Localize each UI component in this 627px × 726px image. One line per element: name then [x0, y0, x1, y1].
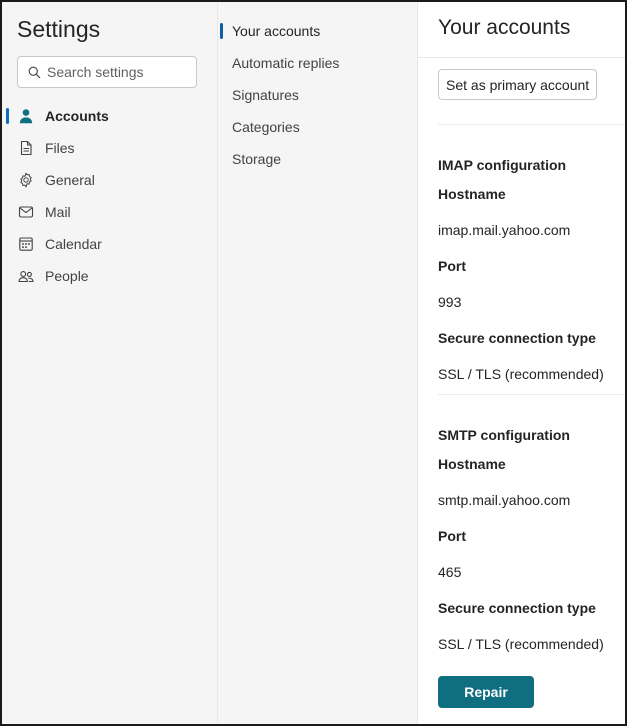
nav-item-people[interactable]: People: [2, 260, 217, 292]
smtp-secure-value: SSL / TLS (recommended): [438, 636, 604, 652]
gear-icon: [18, 172, 34, 188]
imap-heading: IMAP configuration: [438, 157, 567, 173]
set-primary-account-button[interactable]: Set as primary account: [438, 69, 598, 100]
smtp-port-value: 465: [438, 564, 462, 580]
imap-port-value: 993: [438, 294, 462, 310]
settings-sidebar: Settings Accounts: [2, 2, 217, 724]
imap-hostname-value: imap.mail.yahoo.com: [438, 222, 571, 238]
subnav-item-storage[interactable]: Storage: [218, 143, 418, 175]
subnav-list: Your accounts Automatic replies Signatur…: [218, 15, 418, 175]
subnav-item-label: Your accounts: [232, 23, 321, 39]
nav-item-label: Mail: [45, 204, 71, 220]
smtp-hostname-value: smtp.mail.yahoo.com: [438, 492, 571, 508]
smtp-hostname-label: Hostname: [438, 456, 506, 472]
header-divider: [418, 57, 625, 58]
section-divider: [438, 124, 625, 125]
imap-secure-value: SSL / TLS (recommended): [438, 366, 604, 382]
page-title: Your accounts: [438, 16, 571, 39]
nav-item-mail[interactable]: Mail: [2, 196, 217, 228]
subnav-item-label: Automatic replies: [232, 55, 340, 71]
smtp-heading: SMTP configuration: [438, 427, 570, 443]
imap-hostname-label: Hostname: [438, 186, 506, 202]
settings-window: Settings Accounts: [0, 0, 627, 726]
settings-title: Settings: [17, 16, 101, 42]
nav-item-calendar[interactable]: Calendar: [2, 228, 217, 260]
imap-port-label: Port: [438, 258, 466, 274]
accounts-subnav: Your accounts Automatic replies Signatur…: [217, 2, 417, 724]
nav-item-general[interactable]: General: [2, 164, 217, 196]
subnav-item-signatures[interactable]: Signatures: [218, 79, 418, 111]
search-icon: [28, 66, 41, 78]
calendar-icon: [18, 236, 34, 252]
nav-item-label: Calendar: [45, 236, 102, 252]
section-divider: [438, 394, 625, 395]
subnav-item-label: Storage: [232, 151, 282, 167]
accounts-detail-pane[interactable]: Your accounts Set as primary account IMA…: [417, 2, 625, 724]
subnav-item-categories[interactable]: Categories: [218, 111, 418, 143]
nav-item-label: People: [45, 268, 89, 284]
search-input[interactable]: [47, 64, 187, 80]
subnav-item-your-accounts[interactable]: Your accounts: [218, 15, 418, 47]
smtp-port-label: Port: [438, 528, 466, 544]
nav-item-files[interactable]: Files: [2, 132, 217, 164]
search-box[interactable]: [17, 56, 197, 88]
subnav-item-automatic-replies[interactable]: Automatic replies: [218, 47, 418, 79]
people-icon: [18, 268, 34, 284]
subnav-item-label: Categories: [232, 119, 300, 135]
nav-item-label: General: [45, 172, 95, 188]
repair-button[interactable]: Repair: [438, 676, 534, 708]
file-icon: [18, 140, 34, 156]
person-icon: [18, 108, 34, 124]
subnav-item-label: Signatures: [232, 87, 299, 103]
nav-item-accounts[interactable]: Accounts: [2, 100, 217, 132]
nav-item-label: Accounts: [45, 108, 109, 124]
imap-secure-label: Secure connection type: [438, 330, 596, 346]
mail-icon: [18, 204, 34, 220]
smtp-secure-label: Secure connection type: [438, 600, 596, 616]
settings-nav: Accounts Files General Mail Calendar Peo…: [2, 100, 217, 292]
nav-item-label: Files: [45, 140, 75, 156]
